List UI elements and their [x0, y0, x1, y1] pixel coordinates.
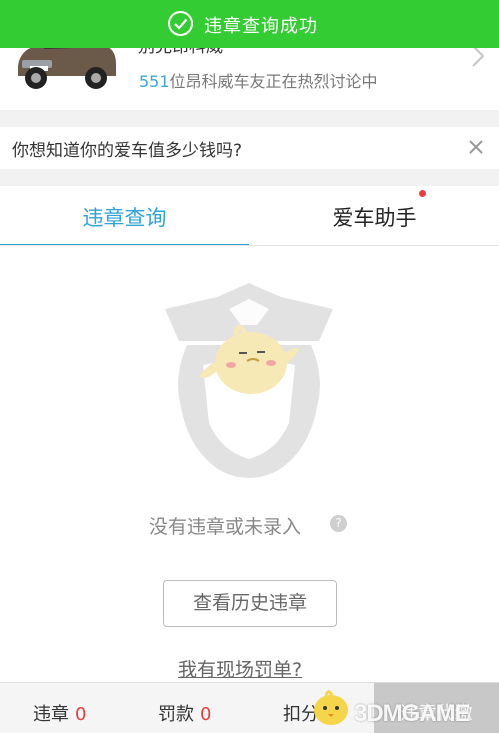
tab-car-assistant[interactable]: 爱车助手	[250, 186, 499, 246]
police-chick-mascot-icon	[165, 283, 333, 478]
car-discussion-text: 551位昂科威车友正在热烈讨论中	[139, 68, 378, 92]
watermark-chick-icon	[314, 690, 348, 725]
car-value-prompt[interactable]: 你想知道你的爱车值多少钱吗?	[12, 136, 242, 161]
empty-state-message: 没有违章或未录入	[149, 516, 302, 538]
tab-violation-query-label: 违章查询	[82, 206, 167, 230]
view-history-button[interactable]: 查看历史违章	[163, 580, 337, 627]
notification-dot	[419, 190, 426, 197]
onsite-ticket-link[interactable]: 我有现场罚单?	[178, 655, 302, 682]
check-circle-icon	[168, 11, 193, 36]
violation-count-label: 违章	[33, 704, 69, 725]
violation-count-stat: 违章 0	[33, 700, 86, 726]
fine-amount-value: 0	[200, 704, 212, 725]
car-value-banner[interactable]: 你想知道你的爱车值多少钱吗?	[0, 127, 499, 169]
close-icon[interactable]	[467, 138, 485, 156]
fine-amount-stat: 罚款 0	[158, 700, 211, 726]
main-panel: 违章查询 爱车助手 没有违章或未录入 ? 查看历史违章 我有现场罚单?	[0, 186, 499, 682]
watermark-logo: 3DMGAME	[354, 700, 471, 727]
tab-car-assistant-label: 爱车助手	[332, 206, 417, 230]
tab-violation-query[interactable]: 违章查询	[0, 186, 249, 246]
violation-count-value: 0	[75, 704, 87, 725]
discussion-count: 551	[139, 72, 170, 91]
toast-message: 违章查询成功	[204, 16, 318, 37]
help-icon[interactable]: ?	[330, 515, 347, 532]
fine-amount-label: 罚款	[158, 704, 194, 725]
tabs-divider	[0, 245, 499, 246]
success-toast: 违章查询成功	[0, 0, 499, 48]
discussion-label: 位昂科威车友正在热烈讨论中	[169, 72, 378, 91]
